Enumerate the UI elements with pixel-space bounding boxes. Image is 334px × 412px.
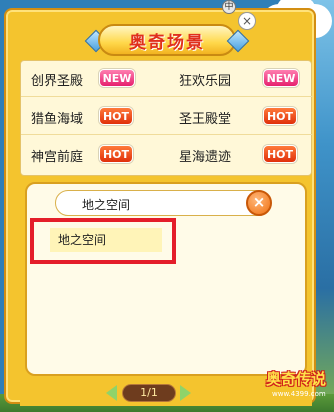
- scene-row: 猎鱼海域 HOT 圣王殿堂 HOT: [21, 99, 313, 135]
- pager: 1/1: [106, 384, 192, 402]
- new-badge: NEW: [99, 69, 135, 87]
- scene-item-4[interactable]: 神宫前庭: [31, 137, 83, 173]
- scene-item-3[interactable]: 圣王殿堂: [179, 99, 231, 135]
- hot-badge: HOT: [99, 145, 133, 163]
- search-box: ×: [55, 190, 272, 216]
- scene-item-0[interactable]: 创界圣殿: [31, 61, 83, 97]
- scene-item-1[interactable]: 狂欢乐园: [179, 61, 231, 97]
- scene-list: 创界圣殿 NEW 狂欢乐园 NEW 猎鱼海域 HOT 圣王殿堂 HOT 神宫前庭…: [20, 60, 313, 176]
- scene-item-5[interactable]: 星海遗迹: [179, 137, 231, 173]
- logo-text: 奥奇传说: [266, 370, 327, 388]
- logo-url: www.4399.com: [272, 390, 326, 398]
- scene-row: 创界圣殿 NEW 狂欢乐园 NEW: [21, 61, 313, 97]
- scene-row: 神宫前庭 HOT 星海遗迹 HOT: [21, 137, 313, 173]
- hot-badge: HOT: [263, 107, 297, 125]
- scene-name: 猎鱼海域: [31, 111, 84, 127]
- hot-badge: HOT: [263, 145, 297, 163]
- result-item[interactable]: 地之空间: [50, 228, 162, 252]
- scene-name: 圣王殿堂: [179, 111, 232, 127]
- close-button[interactable]: ×: [238, 12, 256, 30]
- title-banner: 奥奇场景: [84, 20, 250, 60]
- scene-name: 神宫前庭: [31, 149, 84, 165]
- scene-name: 创界圣殿: [31, 73, 84, 89]
- result-highlight: 地之空间: [30, 218, 176, 264]
- next-page-icon[interactable]: [180, 385, 191, 401]
- game-logo: 奥奇传说 www.4399.com: [266, 362, 328, 406]
- hot-badge: HOT: [99, 107, 133, 125]
- scene-name: 星海遗迹: [179, 149, 232, 165]
- scene-panel: 奥奇场景 创界圣殿 NEW 狂欢乐园 NEW 猎鱼海域 HOT 圣王殿堂 HOT: [4, 8, 316, 406]
- search-input[interactable]: [82, 195, 242, 213]
- scene-name: 狂欢乐园: [179, 73, 232, 89]
- scene-item-2[interactable]: 猎鱼海域: [31, 99, 83, 135]
- pin-icon[interactable]: 中: [222, 0, 236, 14]
- prev-page-icon[interactable]: [106, 385, 117, 401]
- page-indicator: 1/1: [122, 384, 176, 402]
- search-results-panel: × 地之空间: [25, 182, 307, 376]
- panel-title: 奥奇场景: [129, 32, 205, 53]
- new-badge: NEW: [263, 69, 299, 87]
- clear-search-button[interactable]: ×: [246, 190, 272, 216]
